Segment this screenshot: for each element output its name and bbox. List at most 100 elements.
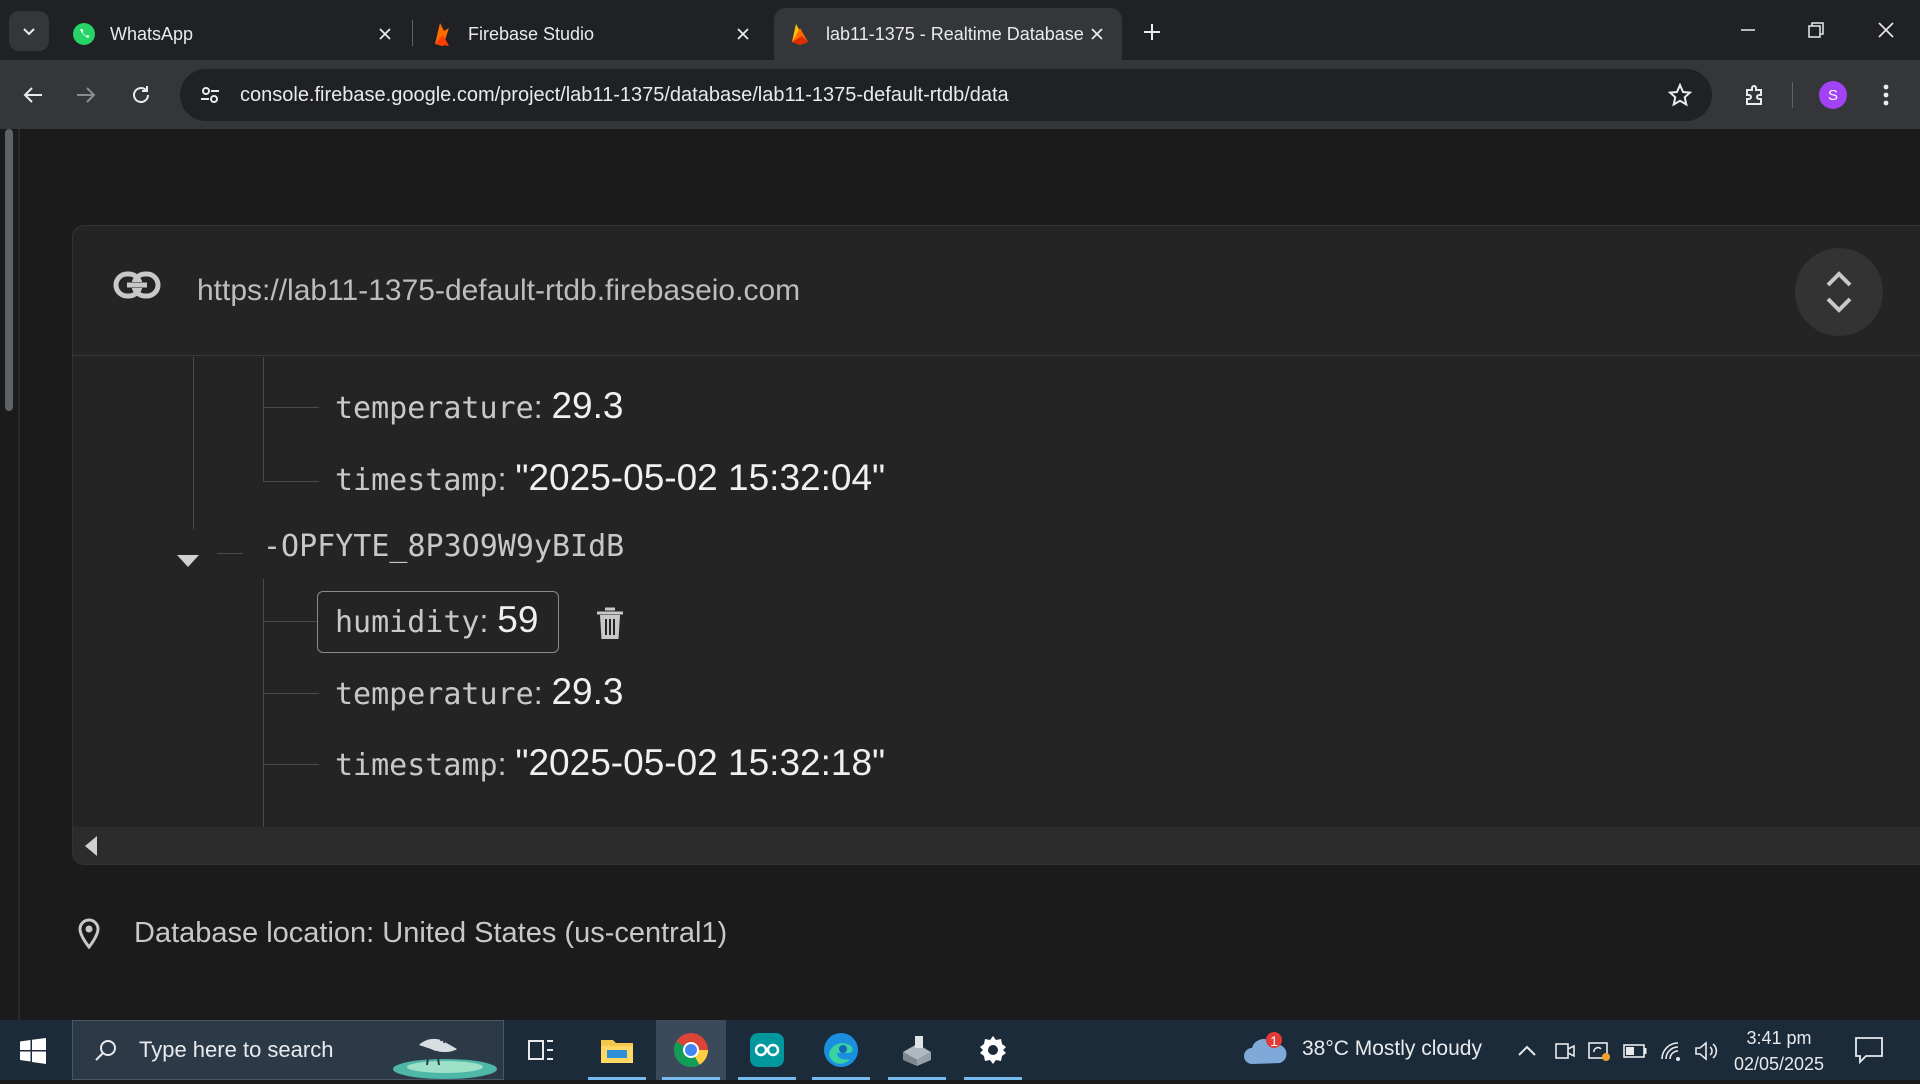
- search-icon: [91, 1038, 121, 1062]
- field-key: timestamp: [335, 463, 498, 498]
- close-icon: [1878, 22, 1894, 38]
- show-hidden-icons-button[interactable]: [1514, 1038, 1540, 1064]
- puzzle-icon: [1746, 85, 1762, 105]
- clock-date: 02/05/2025: [1733, 1054, 1825, 1074]
- firebase-icon: [788, 22, 812, 46]
- page-content: https://lab11-1375-default-rtdb.firebase…: [0, 129, 1920, 1020]
- field-value[interactable]: "2025-05-02 15:32:04": [515, 457, 885, 498]
- minimize-button[interactable]: [1714, 0, 1782, 60]
- address-bar[interactable]: console.firebase.google.com/project/lab1…: [180, 69, 1712, 121]
- tab-whatsapp[interactable]: WhatsApp: [58, 8, 410, 60]
- sidebar-divider: [18, 129, 20, 1020]
- task-view-icon: [528, 1040, 553, 1060]
- notification-icon[interactable]: [1854, 1036, 1884, 1069]
- new-tab-button[interactable]: [1134, 14, 1170, 50]
- key-separator: :: [533, 389, 552, 425]
- tree-connector: [263, 481, 319, 482]
- field-value[interactable]: 59: [497, 599, 538, 640]
- tree-row-temperature[interactable]: temperature: 29.3: [335, 385, 623, 427]
- field-value[interactable]: 29.3: [551, 671, 623, 712]
- tree-row-temperature[interactable]: temperature: 29.3: [335, 671, 623, 713]
- bookmark-star-icon[interactable]: [1662, 77, 1698, 113]
- tab-firebase-studio[interactable]: Firebase Studio: [416, 8, 768, 60]
- database-location-text: Database location: United States (us-cen…: [134, 917, 728, 949]
- tree-connector: [193, 357, 194, 529]
- arrow-right-icon: [77, 87, 96, 103]
- task-view-button[interactable]: [506, 1020, 576, 1080]
- minimize-icon: [1741, 29, 1755, 31]
- toolbar-separator: [1792, 82, 1793, 108]
- key-separator: :: [497, 746, 516, 782]
- arduino-button[interactable]: [732, 1020, 802, 1080]
- volume-icon: [1695, 1041, 1718, 1061]
- tab-strip: WhatsApp Firebase Studio lab11-1375 - Re…: [0, 0, 1920, 60]
- volume-tray[interactable]: [1693, 1038, 1719, 1064]
- tree-connector: [263, 357, 264, 482]
- site-info-icon[interactable]: [186, 75, 234, 115]
- extensions-button[interactable]: [1735, 75, 1775, 115]
- wifi-icon: [1661, 1042, 1680, 1061]
- windows-start-icon[interactable]: [16, 1034, 50, 1068]
- tree-row-timestamp[interactable]: timestamp: "2025-05-02 15:32:18": [335, 742, 885, 784]
- close-icon[interactable]: [1086, 23, 1108, 45]
- taskbar-search-box[interactable]: Type here to search: [72, 1020, 504, 1080]
- restore-button[interactable]: [1782, 0, 1850, 60]
- file-explorer-icon: [601, 1040, 633, 1063]
- more-vert-icon: [1883, 84, 1889, 106]
- arduino-icon: [750, 1033, 784, 1067]
- profile-button[interactable]: S: [1813, 75, 1853, 115]
- wifi-tray[interactable]: [1659, 1038, 1685, 1064]
- weather-widget[interactable]: 1 38°C Mostly cloudy: [1244, 1030, 1482, 1068]
- cloud-icon: [1244, 1032, 1287, 1064]
- tab-realtime-database[interactable]: lab11-1375 - Realtime Database: [774, 8, 1122, 60]
- weather-badge: 1: [1270, 1033, 1278, 1049]
- tree-row-timestamp[interactable]: timestamp: "2025-05-02 15:32:04": [335, 457, 885, 499]
- tab-separator: [412, 20, 413, 46]
- tree-connector: [263, 407, 319, 408]
- tree-row-humidity[interactable]: humidity: 59: [335, 599, 538, 641]
- collapse-caret-icon[interactable]: [177, 555, 199, 567]
- settings-button[interactable]: [958, 1020, 1028, 1080]
- pinned-app-button[interactable]: [882, 1020, 952, 1080]
- edge-button[interactable]: [806, 1020, 876, 1080]
- tab-title: lab11-1375 - Realtime Database: [826, 23, 1084, 44]
- tree-node[interactable]: -OPFYTE_8P3O9W9yBIdB: [263, 529, 624, 564]
- field-key: temperature: [335, 677, 534, 712]
- firebase-studio-icon: [430, 22, 454, 46]
- delete-icon[interactable]: [595, 607, 625, 646]
- back-button[interactable]: [13, 75, 53, 115]
- node-key[interactable]: -OPFYTE_8P3O9W9yBIdB: [263, 529, 624, 564]
- database-location: Database location: United States (us-cen…: [72, 917, 727, 950]
- location-pin-icon: [72, 917, 106, 950]
- sync-tray[interactable]: [1586, 1038, 1612, 1064]
- horizontal-scrollbar[interactable]: [73, 827, 1920, 864]
- key-separator: :: [533, 675, 552, 711]
- system-clock[interactable]: 3:41 pm 02/05/2025: [1724, 1025, 1834, 1077]
- close-window-button[interactable]: [1852, 0, 1920, 60]
- scroll-left-icon[interactable]: [85, 836, 97, 856]
- field-value[interactable]: 29.3: [551, 385, 623, 426]
- arrow-left-icon: [23, 87, 42, 103]
- chrome-icon: [674, 1033, 708, 1067]
- battery-tray[interactable]: [1622, 1038, 1648, 1064]
- database-url[interactable]: https://lab11-1375-default-rtdb.firebase…: [197, 274, 800, 308]
- settings-icon: [980, 1036, 1006, 1064]
- field-key: humidity: [335, 605, 480, 640]
- close-icon[interactable]: [732, 23, 754, 45]
- edge-icon: [824, 1033, 858, 1067]
- vertical-scrollbar[interactable]: [5, 129, 13, 411]
- tab-title: Firebase Studio: [468, 23, 595, 44]
- chrome-button[interactable]: [656, 1020, 726, 1080]
- url-text[interactable]: console.firebase.google.com/project/lab1…: [240, 84, 1009, 107]
- link-icon: [113, 270, 161, 305]
- field-value[interactable]: "2025-05-02 15:32:18": [515, 742, 885, 783]
- tab-search-button[interactable]: [9, 11, 49, 51]
- close-icon[interactable]: [374, 23, 396, 45]
- expand-collapse-button[interactable]: [1795, 248, 1883, 336]
- database-card-header: https://lab11-1375-default-rtdb.firebase…: [73, 226, 1920, 356]
- meet-now-tray[interactable]: [1552, 1038, 1578, 1064]
- menu-button[interactable]: [1866, 75, 1906, 115]
- file-explorer-button[interactable]: [582, 1020, 652, 1080]
- forward-button[interactable]: [66, 75, 106, 115]
- reload-button[interactable]: [121, 75, 161, 115]
